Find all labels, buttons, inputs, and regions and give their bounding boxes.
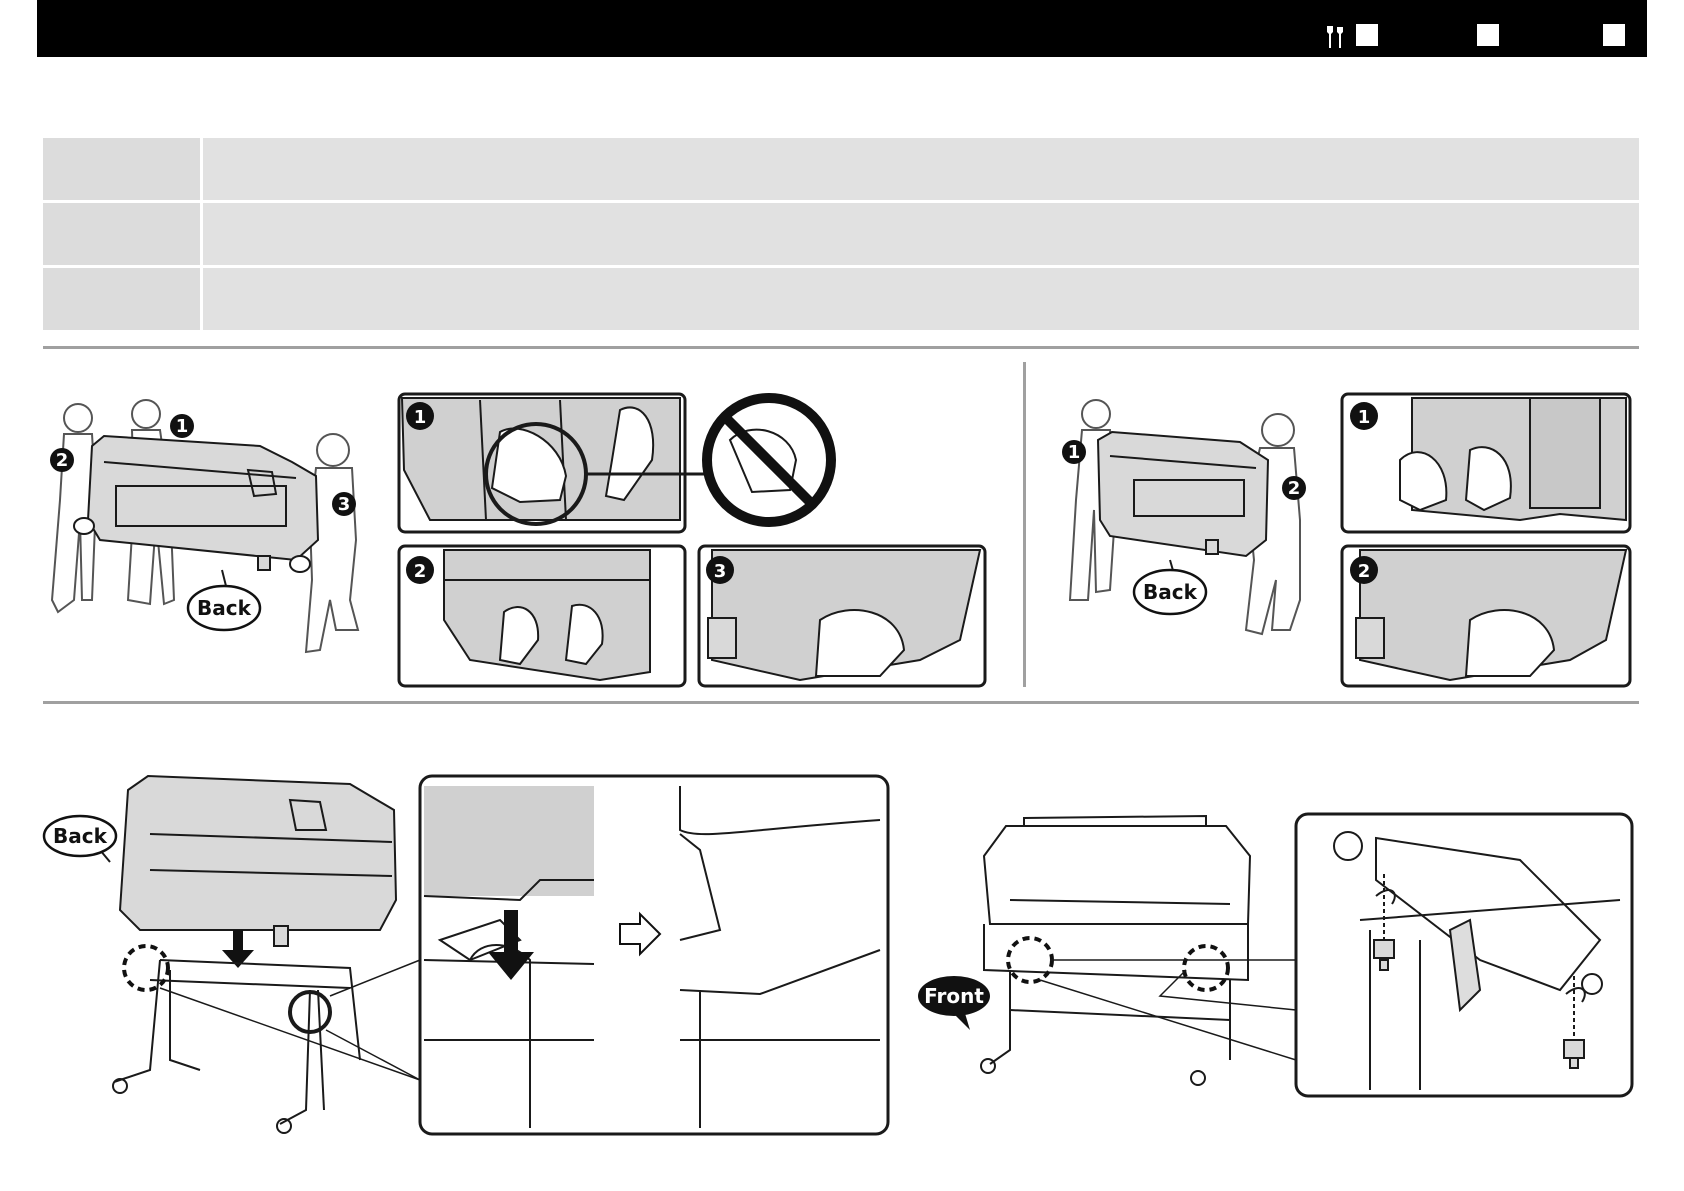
back-callout: Back [42,814,118,863]
step-badge-1: 1 [1350,402,1378,430]
two-person-lift-illustration: 1 2 Back [1062,399,1306,636]
step-badge-1: 1 [1062,440,1086,464]
step-badge-2: 2 [1282,476,1306,500]
svg-text:2: 2 [414,561,427,582]
detail-panel-1: 1 [397,392,718,534]
stand [112,959,361,1134]
back-callout: Back [1132,559,1208,616]
svg-text:3: 3 [714,561,727,582]
no-symbol-icon [702,393,836,527]
svg-text:Front: Front [924,984,984,1008]
detail-panel-b2: 2 [1340,544,1632,688]
screw-detail-panel [1294,812,1634,1098]
svg-text:1: 1 [414,407,427,428]
svg-text:Back: Back [197,596,252,620]
detail-panel-3: 3 [697,544,987,688]
step-badge-2: 2 [50,448,74,472]
printer-carried-2 [1096,430,1270,558]
illustrations: 1 2 3 Back 1 2 3 1 2 Back 1 2 Back Front [42,392,1634,1136]
svg-text:2: 2 [1358,561,1371,582]
stand-detail-panel [418,774,890,1136]
step-badge-1: 1 [170,414,194,438]
detail-panel-b1: 1 [1340,392,1632,534]
step-badge-1: 1 [406,402,434,430]
svg-text:1: 1 [1358,407,1371,428]
front-callout: Front [918,976,990,1030]
step-badge-2: 2 [1350,556,1378,584]
step-badge-2: 2 [406,556,434,584]
three-person-lift-illustration: 1 2 3 Back [50,399,360,654]
svg-text:2: 2 [56,450,69,471]
printer-on-stand-illustration: Front [918,814,1297,1086]
detail-panel-2: 2 [397,544,687,688]
back-callout: Back [186,569,262,632]
svg-text:1: 1 [176,416,189,437]
svg-text:2: 2 [1288,478,1301,499]
svg-text:3: 3 [338,494,351,515]
step-badge-3: 3 [332,492,356,516]
printer-lowering [118,774,398,947]
printer-carried [86,434,320,571]
svg-text:Back: Back [1143,580,1198,604]
place-on-stand-illustration: Back [42,774,421,1134]
svg-text:Back: Back [53,824,108,848]
step-badge-3: 3 [706,556,734,584]
svg-text:1: 1 [1068,442,1081,463]
